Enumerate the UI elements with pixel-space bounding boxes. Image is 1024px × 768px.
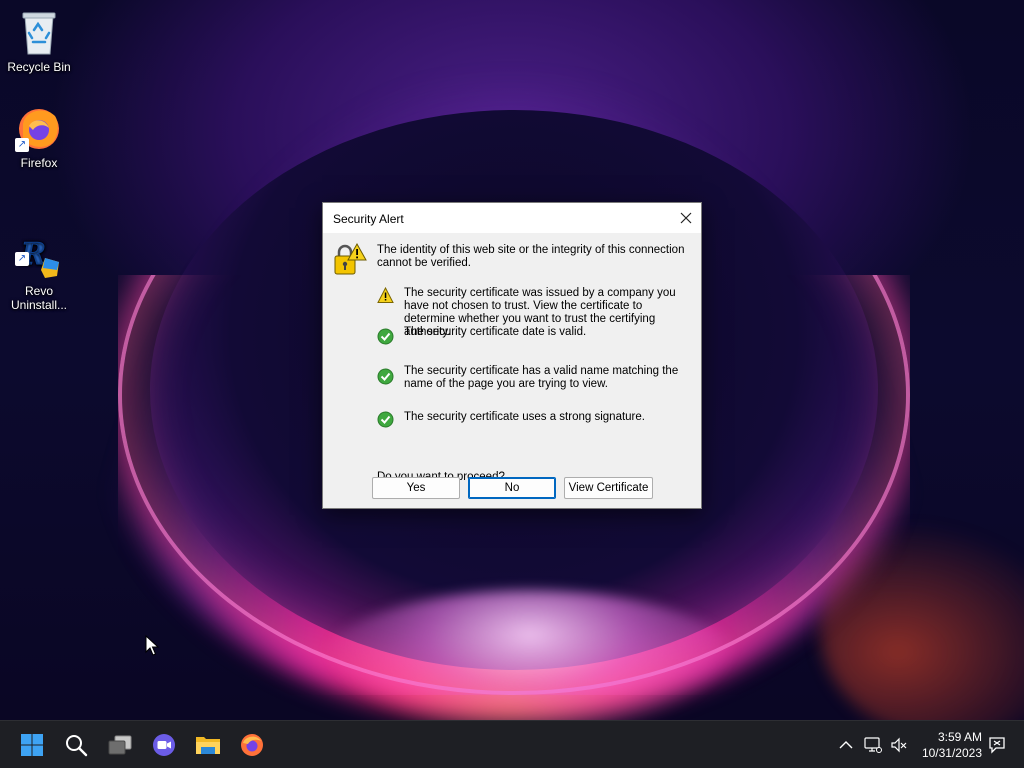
desktop-icon-label: Firefox: [20, 156, 58, 170]
close-button[interactable]: [671, 203, 701, 233]
system-clock[interactable]: 3:59 AM 10/31/2023: [922, 729, 982, 761]
security-lock-icon: [333, 242, 367, 276]
shortcut-arrow-icon: ↗: [15, 138, 29, 152]
notification-icon: [989, 737, 1005, 754]
network-button[interactable]: [863, 735, 883, 755]
check-icon: [377, 411, 394, 428]
warning-icon: [377, 286, 394, 304]
desktop-icon-label: Recycle Bin: [7, 60, 71, 74]
firefox-icon: ↗: [15, 104, 63, 152]
start-icon: [21, 734, 43, 756]
view-certificate-button[interactable]: View Certificate: [564, 477, 653, 499]
search-button[interactable]: [58, 727, 94, 763]
check-icon: [377, 368, 394, 385]
notification-center-button[interactable]: [987, 735, 1007, 755]
clock-time: 3:59 AM: [937, 730, 982, 744]
mouse-cursor-icon: [145, 634, 160, 657]
firefox-icon: [241, 734, 263, 756]
volume-button[interactable]: [889, 735, 909, 755]
desktop-icon-firefox[interactable]: ↗ Firefox: [1, 104, 77, 170]
check-icon: [377, 328, 394, 345]
shortcut-arrow-icon: ↗: [15, 252, 29, 266]
search-icon: [66, 735, 88, 757]
firefox-taskbar-button[interactable]: [234, 727, 270, 763]
chat-icon: [153, 734, 175, 756]
close-icon: [680, 212, 692, 224]
clock-date: 10/31/2023: [921, 746, 982, 760]
network-icon: [864, 737, 882, 753]
main-message: The identity of this web site or the int…: [377, 244, 685, 269]
desktop-icon-revo-uninstaller[interactable]: R ↗ Revo Uninstall...: [1, 204, 77, 326]
taskbar: 3:59 AM 10/31/2023: [0, 720, 1024, 768]
dialog-body: The identity of this web site or the int…: [323, 233, 701, 509]
recycle-bin-icon: [15, 8, 63, 56]
dialog-title: Security Alert: [333, 212, 404, 226]
dialog-title-bar[interactable]: Security Alert: [323, 203, 701, 233]
file-explorer-icon: [196, 737, 220, 754]
certificate-status-text: The security certificate uses a strong s…: [404, 411, 645, 423]
yes-button[interactable]: Yes: [372, 477, 460, 499]
certificate-status-text: The security certificate date is valid.: [404, 326, 587, 338]
desktop-icon-recycle-bin[interactable]: Recycle Bin: [1, 8, 77, 74]
security-alert-dialog: Security Alert The identity of this web …: [322, 202, 702, 509]
task-view-icon: [108, 735, 132, 755]
show-hidden-icons-button[interactable]: [836, 735, 856, 755]
desktop-icon-label: Revo Uninstall...: [10, 284, 68, 312]
start-button[interactable]: [14, 727, 50, 763]
revo-uninstaller-icon: R ↗: [15, 218, 63, 278]
file-explorer-button[interactable]: [190, 727, 226, 763]
chevron-up-icon: [839, 741, 853, 749]
task-view-button[interactable]: [102, 727, 138, 763]
certificate-status-text: The security certificate has a valid nam…: [404, 365, 679, 390]
chat-button[interactable]: [146, 727, 182, 763]
volume-muted-icon: [891, 737, 907, 753]
no-button[interactable]: No: [468, 477, 556, 499]
